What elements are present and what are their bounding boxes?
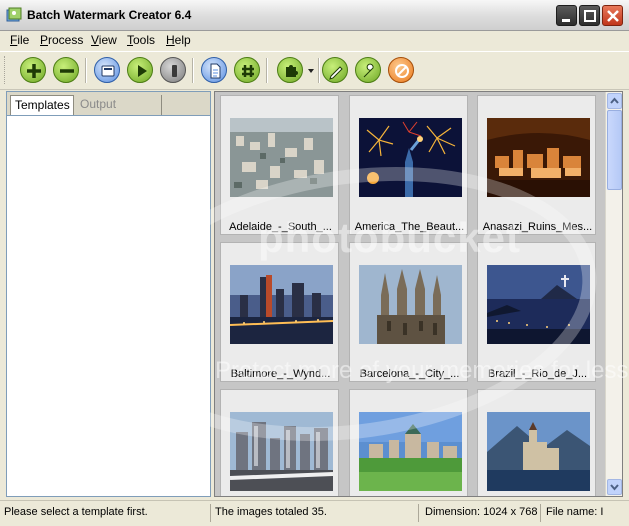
chevron-up-icon xyxy=(610,97,619,104)
close-button[interactable] xyxy=(602,5,623,26)
menu-bar: File Process View Tools Help xyxy=(0,31,629,50)
image-thumbnail[interactable]: Brazil_-_Rio_de_J... xyxy=(477,242,596,382)
image-preview xyxy=(487,265,590,344)
menu-process[interactable]: Process xyxy=(40,33,83,47)
image-preview xyxy=(230,118,333,197)
menu-help[interactable]: Help xyxy=(166,33,191,47)
menu-file[interactable]: File xyxy=(10,33,29,47)
app-window: Batch Watermark Creator 6.4 File Process… xyxy=(0,0,629,526)
template-panel: Templates Output Settings xyxy=(4,91,211,497)
toolbar-separator xyxy=(266,58,268,83)
image-caption: Adelaide_-_South_... xyxy=(229,221,332,233)
chevron-down-icon xyxy=(610,484,619,491)
template-button[interactable] xyxy=(201,57,227,83)
edit-button[interactable] xyxy=(322,57,348,83)
maximize-button[interactable] xyxy=(579,5,600,26)
template-list[interactable] xyxy=(6,115,211,497)
tab-strip: Templates Output Settings xyxy=(6,91,211,130)
image-caption: Anasazi_Ruins_Mes... xyxy=(482,221,593,233)
tab-templates[interactable]: Templates xyxy=(10,95,74,116)
batch-button[interactable] xyxy=(234,57,260,83)
puzzle-icon xyxy=(286,65,298,77)
toolbar-separator xyxy=(318,58,320,83)
menu-view[interactable]: View xyxy=(91,33,117,47)
plugin-button[interactable] xyxy=(277,57,303,83)
image-preview xyxy=(230,412,333,491)
title-bar[interactable]: Batch Watermark Creator 6.4 xyxy=(0,0,629,31)
vertical-scrollbar[interactable] xyxy=(605,92,622,496)
status-bar: Please select a template first. The imag… xyxy=(0,500,629,526)
image-caption: Barcelona_-_City_... xyxy=(359,368,460,380)
scroll-down-button[interactable] xyxy=(607,479,622,495)
image-preview xyxy=(230,265,333,344)
stop-button[interactable] xyxy=(160,57,186,83)
image-thumbnail[interactable] xyxy=(349,389,468,496)
hash-icon xyxy=(242,65,254,77)
add-images-button[interactable] xyxy=(20,57,46,83)
no-entry-icon xyxy=(395,64,409,78)
image-preview xyxy=(487,412,590,491)
status-hint: Please select a template first. xyxy=(0,504,211,522)
app-icon xyxy=(6,7,22,22)
image-caption: Baltimore_-_Wynd... xyxy=(230,368,331,380)
image-preview xyxy=(487,118,590,197)
scan-button[interactable] xyxy=(94,57,120,83)
toolbar-separator xyxy=(192,58,194,83)
toolbar-grip[interactable] xyxy=(4,56,8,84)
scan-icon xyxy=(101,65,115,77)
status-image-count: The images totaled 35. xyxy=(211,504,419,522)
tab-output-settings[interactable]: Output Settings xyxy=(76,95,162,130)
image-thumbnail[interactable]: America_The_Beaut... xyxy=(349,95,468,235)
image-thumbnail[interactable]: Barcelona_-_City_... xyxy=(349,242,468,382)
image-thumbnail[interactable]: Adelaide_-_South_... xyxy=(220,95,339,235)
image-preview xyxy=(359,118,462,197)
scroll-thumb[interactable] xyxy=(607,110,622,190)
exit-button[interactable] xyxy=(388,57,414,83)
minimize-button[interactable] xyxy=(556,5,577,26)
image-thumbnail[interactable] xyxy=(220,389,339,496)
menu-tools[interactable]: Tools xyxy=(127,33,155,47)
toolbar-separator xyxy=(85,58,87,83)
status-dimension: Dimension: 1024 x 768 xyxy=(421,504,541,522)
minimize-icon xyxy=(562,19,570,22)
status-filename: File name: I xyxy=(546,506,604,518)
settings-button[interactable] xyxy=(355,57,381,83)
chevron-down-icon[interactable] xyxy=(307,67,315,75)
image-caption: Brazil_-_Rio_de_J... xyxy=(487,368,588,380)
image-thumbnail[interactable]: Anasazi_Ruins_Mes... xyxy=(477,95,596,235)
image-grid[interactable]: Adelaide_-_South_... America_The_Beaut..… xyxy=(214,91,623,497)
image-caption: America_The_Beaut... xyxy=(354,221,465,233)
start-button[interactable] xyxy=(127,57,153,83)
wrench-icon xyxy=(363,63,374,78)
maximize-icon xyxy=(584,10,596,22)
pencil-icon xyxy=(329,66,343,80)
image-thumbnail[interactable]: Baltimore_-_Wynd... xyxy=(220,242,339,382)
toolbar xyxy=(0,51,629,90)
remove-icon xyxy=(60,69,74,73)
image-preview xyxy=(359,265,462,344)
close-icon xyxy=(607,10,619,22)
stop-icon xyxy=(172,65,177,77)
play-icon xyxy=(138,65,147,77)
image-thumbnail[interactable] xyxy=(477,389,596,496)
image-preview xyxy=(359,412,462,491)
remove-images-button[interactable] xyxy=(53,57,79,83)
scroll-up-button[interactable] xyxy=(607,93,622,109)
document-icon xyxy=(210,63,221,79)
window-title: Batch Watermark Creator 6.4 xyxy=(27,8,192,22)
add-icon xyxy=(27,64,41,78)
